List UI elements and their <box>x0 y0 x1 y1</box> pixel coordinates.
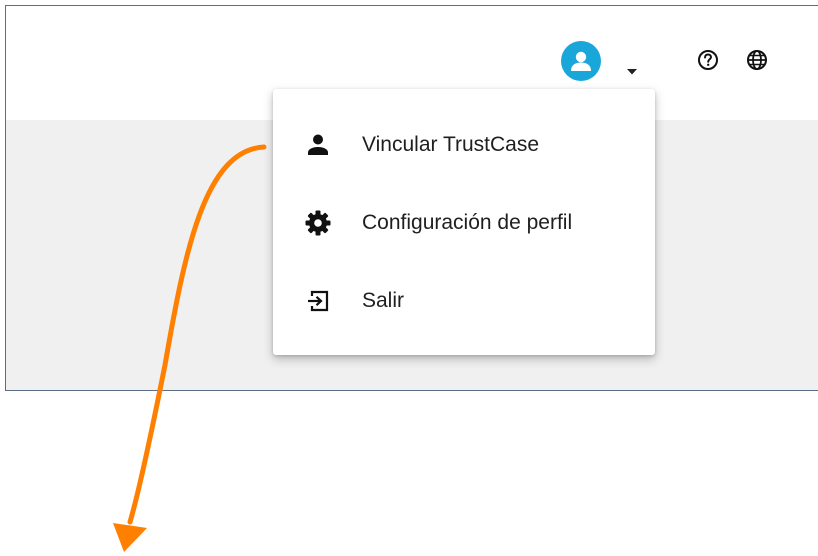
help-button[interactable] <box>695 49 721 75</box>
menu-item-configuracion-de-perfil[interactable]: Configuración de perfil <box>273 184 655 262</box>
caret-down-icon[interactable] <box>626 63 638 75</box>
language-button[interactable] <box>744 49 770 75</box>
user-dropdown-menu: Vincular TrustCase Configuración de perf… <box>273 89 655 355</box>
menu-item-label: Configuración de perfil <box>362 211 573 234</box>
person-icon <box>303 130 333 160</box>
user-avatar-button[interactable] <box>559 39 603 83</box>
menu-item-label: Salir <box>362 289 405 312</box>
help-circle-icon <box>697 49 719 76</box>
globe-icon <box>746 49 768 76</box>
logout-icon <box>303 286 333 316</box>
gear-icon <box>303 208 333 238</box>
menu-item-vincular-trustcase[interactable]: Vincular TrustCase <box>273 106 655 184</box>
screenshot-canvas: Vincular TrustCase Configuración de perf… <box>0 0 818 556</box>
user-avatar-icon <box>561 41 601 81</box>
menu-item-salir[interactable]: Salir <box>273 262 655 340</box>
menu-item-label: Vincular TrustCase <box>362 133 540 156</box>
